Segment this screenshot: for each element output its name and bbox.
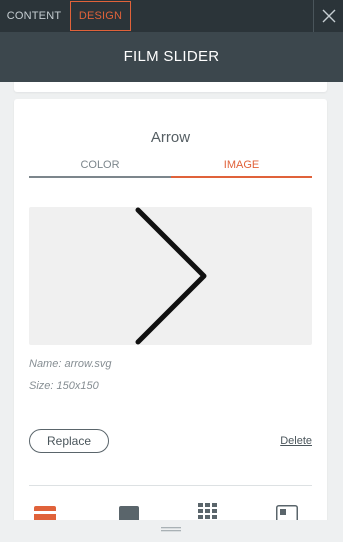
panel-title: FILM SLIDER xyxy=(123,48,220,65)
subtab-color[interactable]: COLOR xyxy=(29,157,171,175)
image-preview[interactable] xyxy=(29,207,312,345)
file-name: Name: arrow.svg xyxy=(29,358,112,370)
subtab-image[interactable]: IMAGE xyxy=(171,157,312,175)
layout-banner-icon[interactable] xyxy=(34,506,56,520)
drag-handle-icon[interactable] xyxy=(161,527,181,533)
subtab-color-underline xyxy=(29,176,171,178)
layout-corner-icon[interactable] xyxy=(276,505,298,520)
divider xyxy=(29,485,312,486)
arrow-settings-card: Arrow COLOR IMAGE Name: arrow.svg Size: … xyxy=(14,99,327,520)
subtab-image-underline xyxy=(171,176,312,178)
file-size: Size: 150x150 xyxy=(29,380,99,392)
delete-link[interactable]: Delete xyxy=(280,435,312,447)
panel-header: FILM SLIDER xyxy=(0,32,343,82)
arrow-preview-icon xyxy=(135,207,207,345)
previous-card xyxy=(14,82,327,92)
resize-bar xyxy=(0,520,343,542)
tab-content[interactable]: CONTENT xyxy=(0,0,68,32)
section-title: Arrow xyxy=(150,129,191,146)
layout-fill-icon[interactable] xyxy=(119,506,139,520)
close-icon xyxy=(322,9,336,23)
tab-design[interactable]: DESIGN xyxy=(70,1,131,31)
close-button[interactable] xyxy=(313,0,343,32)
layout-grid-icon[interactable] xyxy=(198,503,218,520)
panel-scroll-area[interactable]: Arrow COLOR IMAGE Name: arrow.svg Size: … xyxy=(0,82,343,520)
replace-button[interactable]: Replace xyxy=(29,429,109,453)
top-tab-bar: CONTENT DESIGN xyxy=(0,0,343,32)
